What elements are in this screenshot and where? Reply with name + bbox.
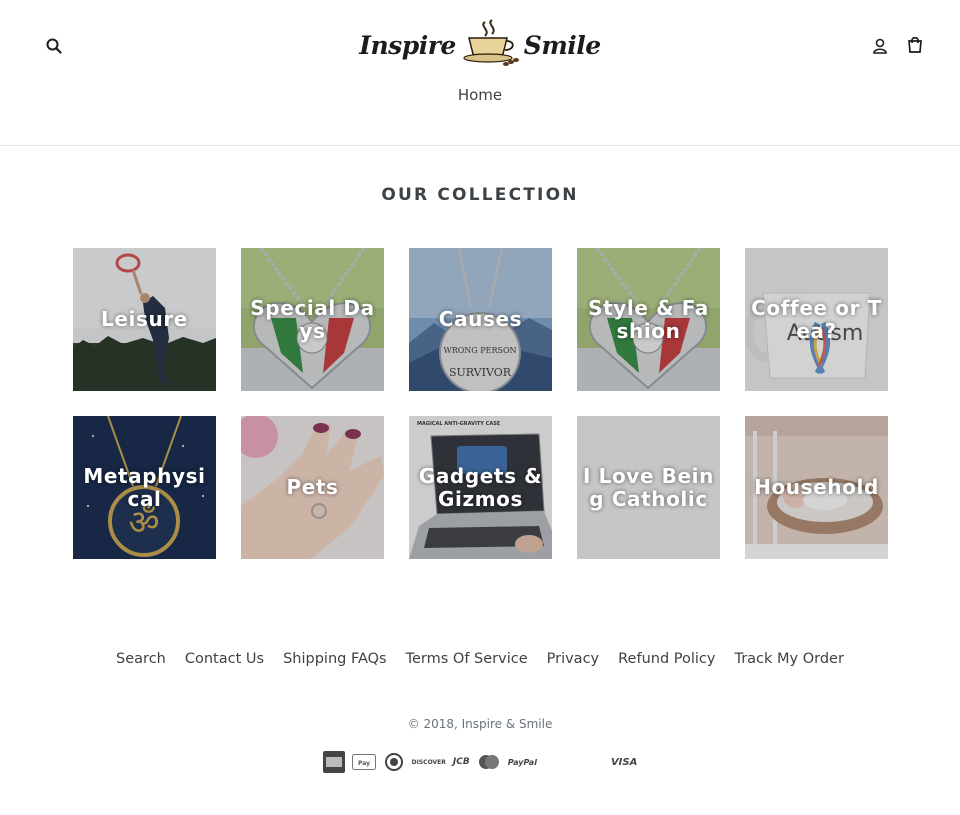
site-logo[interactable]: Inspire Smile: [359, 16, 601, 74]
collection-tile-gadgets-gizmos[interactable]: MAGICAL ANTI-GRAVITY CASE Gadgets & Gizm…: [409, 416, 552, 559]
svg-text:Pay: Pay: [358, 760, 370, 767]
footer-link-shipping-faqs[interactable]: Shipping FAQs: [283, 651, 387, 667]
master-icon: [477, 751, 501, 773]
collection-tile-label: Metaphysical: [83, 463, 206, 511]
visa-icon: VISA: [610, 756, 638, 768]
collection-tile-label: Special Days: [250, 295, 375, 343]
coffee-cup-icon: [459, 18, 521, 72]
collection-tile-label: I Love Being Catholic: [583, 463, 714, 511]
payment-icons: Pay DISCOVER JCB PayPal VISA: [0, 751, 960, 773]
cart-icon[interactable]: [904, 34, 926, 56]
collection-tile-label: Gadgets & Gizmos: [418, 463, 543, 511]
diners-club-icon: [383, 751, 405, 773]
footer-link-privacy[interactable]: Privacy: [547, 651, 600, 667]
search-icon[interactable]: [43, 35, 65, 57]
collection-tile-label: Leisure: [101, 307, 188, 331]
apple-pay-icon: Pay: [351, 751, 376, 773]
footer-link-contact-us[interactable]: Contact Us: [185, 651, 264, 667]
collection-tile-leisure[interactable]: Leisure: [73, 248, 216, 391]
paypal-icon: PayPal: [507, 757, 537, 767]
collection-tile-label: Style & Fashion: [588, 295, 709, 343]
logo-text-left: Inspire: [359, 30, 456, 60]
discover-icon: DISCOVER: [411, 758, 446, 766]
collection-tile-label: Causes: [438, 307, 523, 331]
collection-tile-causes[interactable]: WRONG PERSON SURVIVOR Causes: [409, 248, 552, 391]
collection-tile-metaphysical[interactable]: ॐ Metaphysical: [73, 416, 216, 559]
collection-tile-catholic[interactable]: I Love Being Catholic: [577, 416, 720, 559]
account-icon[interactable]: [869, 35, 891, 57]
collection-tile-style-fashion[interactable]: Style & Fashion: [577, 248, 720, 391]
copyright-text: © 2018, Inspire & Smile: [407, 717, 553, 731]
logo-text-right: Smile: [523, 30, 601, 60]
footer-link-refund-policy[interactable]: Refund Policy: [618, 651, 715, 667]
nav-link-home[interactable]: Home: [458, 86, 502, 104]
collection-tile-pets[interactable]: Pets: [241, 416, 384, 559]
american-express-icon: [322, 751, 345, 773]
footer-nav: Search Contact Us Shipping FAQs Terms Of…: [0, 651, 960, 667]
collection-title: OUR COLLECTION: [381, 185, 579, 205]
site-header: Inspire Smile Home: [0, 0, 960, 146]
footer-link-terms-of-service[interactable]: Terms Of Service: [406, 651, 528, 667]
collection-tile-label: Household: [754, 475, 879, 499]
collection-tile-label: Coffee or Tea?: [751, 295, 882, 343]
footer-link-track-my-order[interactable]: Track My Order: [734, 651, 843, 667]
main-nav: Home: [0, 86, 960, 104]
collection-tile-special-days[interactable]: Special Days: [241, 248, 384, 391]
collection-tile-household[interactable]: Household: [745, 416, 888, 559]
footer-link-search[interactable]: Search: [116, 651, 166, 667]
collection-tile-label: Pets: [286, 475, 339, 499]
collection-tile-coffee-or-tea[interactable]: Autism Coffee or Tea?: [745, 248, 888, 391]
jcb-icon: JCB: [452, 757, 470, 767]
